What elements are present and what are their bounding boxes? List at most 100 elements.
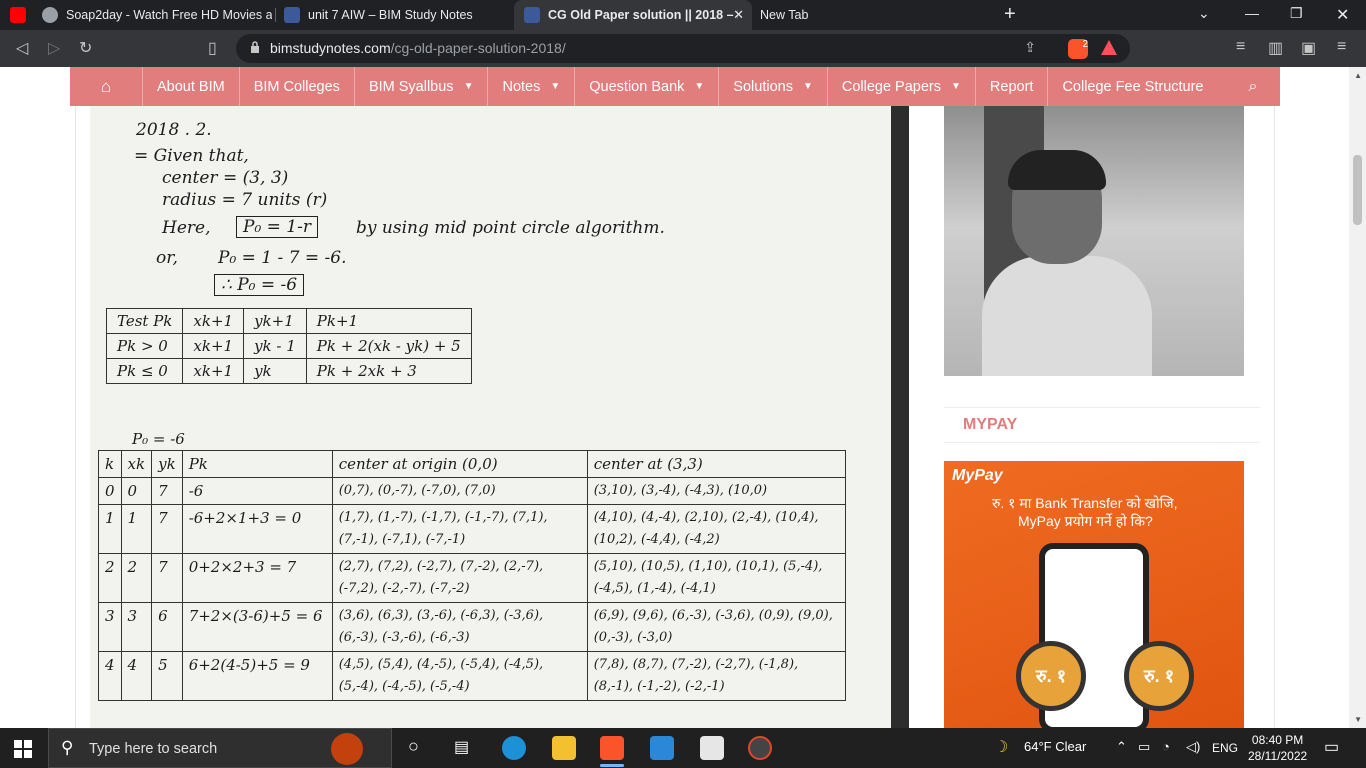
- bim-favicon: [284, 7, 300, 23]
- playlist-icon[interactable]: ≡: [1236, 38, 1245, 56]
- edge-icon[interactable]: [502, 736, 526, 760]
- search-icon[interactable]: ⌕: [1226, 67, 1280, 106]
- table-cell: xk+1: [182, 333, 245, 359]
- author-photo: [944, 106, 1244, 376]
- table-cell: 0: [98, 477, 122, 505]
- windows-taskbar: ⚲ Type here to search ○ ▤ ☽ 64°F Clear ⌃…: [0, 728, 1366, 768]
- nav-bim-syallbus[interactable]: BIM Syallbus ▼: [353, 67, 488, 106]
- table-cell: 7: [151, 553, 183, 603]
- table-row: 3 3 6 7+2×(3-6)+5 = 6 (3,6), (6,3), (3,-…: [98, 602, 846, 652]
- system-clock[interactable]: 08:40 PM 28/11/2022: [1248, 732, 1307, 764]
- nav-about-bim[interactable]: About BIM: [142, 67, 239, 106]
- table-cell: (7,8), (8,7), (7,-2), (-2,7), (-1,8), (8…: [586, 651, 846, 701]
- tab-cg-old-paper[interactable]: CG Old Paper solution || 2018 – BI ✕: [514, 0, 752, 30]
- tab-search-chevron-icon[interactable]: ⌄: [1198, 5, 1210, 22]
- search-placeholder: Type here to search: [89, 741, 218, 757]
- minimize-icon[interactable]: —: [1245, 5, 1259, 21]
- page-scrollbar[interactable]: ▲ ▼: [1349, 67, 1366, 728]
- task-view-icon[interactable]: ○: [408, 736, 419, 757]
- wifi-icon[interactable]: ◔: [1162, 739, 1170, 754]
- file-explorer-icon[interactable]: [552, 736, 576, 760]
- mail-icon[interactable]: [650, 736, 674, 760]
- restore-icon[interactable]: ❐: [1290, 5, 1303, 22]
- table-cell: yk+1: [243, 308, 307, 334]
- chevron-down-icon: ▼: [951, 81, 961, 92]
- brave-shields-icon[interactable]: 2: [1068, 39, 1088, 59]
- nav-report[interactable]: Report: [974, 67, 1048, 106]
- sidebar-icon[interactable]: ▥: [1268, 38, 1283, 58]
- new-tab-button[interactable]: +: [1004, 3, 1016, 26]
- battery-icon[interactable]: ▭: [1138, 739, 1150, 755]
- photo-person-hair: [1008, 150, 1106, 190]
- back-icon[interactable]: ◁: [16, 38, 28, 58]
- nav-bim-colleges[interactable]: BIM Colleges: [238, 67, 354, 106]
- scrollbar-thumb[interactable]: [1353, 155, 1362, 225]
- notifications-icon[interactable]: ▭: [1324, 737, 1339, 757]
- tab-soap2day[interactable]: Soap2day - Watch Free HD Movies an: [42, 0, 272, 30]
- photo-person-body: [982, 256, 1152, 376]
- widget-title: MYPAY: [944, 407, 1260, 443]
- speedtest-icon[interactable]: [748, 736, 772, 760]
- tray-chevron-up-icon[interactable]: ⌃: [1116, 739, 1127, 755]
- table-cell: yk - 1: [243, 333, 307, 359]
- table-cell: (0,7), (0,-7), (-7,0), (7,0): [331, 477, 588, 505]
- or-label: or,: [156, 248, 178, 268]
- tab-title: New Tab: [760, 8, 809, 22]
- url-text: bimstudynotes.com/cg-old-paper-solution-…: [270, 40, 566, 56]
- table-cell: 7: [151, 504, 183, 554]
- table-cell: 7: [151, 477, 183, 505]
- close-window-icon[interactable]: ✕: [1336, 5, 1349, 25]
- language-indicator[interactable]: ENG: [1212, 741, 1238, 755]
- widgets-icon[interactable]: ▤: [454, 737, 469, 757]
- windows-start-icon[interactable]: [14, 740, 32, 758]
- table-cell: Pk ≤ 0: [105, 358, 184, 384]
- given-line: = Given that,: [134, 146, 249, 166]
- home-icon[interactable]: ⌂: [70, 67, 142, 106]
- address-bar[interactable]: bimstudynotes.com/cg-old-paper-solution-…: [236, 34, 1130, 63]
- table-cell: 2: [120, 553, 153, 603]
- table-cell: 0: [120, 477, 153, 505]
- volume-icon[interactable]: ◁): [1186, 739, 1200, 755]
- taskbar-search-box[interactable]: ⚲ Type here to search: [48, 728, 392, 768]
- forward-icon[interactable]: ▷: [48, 38, 60, 58]
- tab-new-tab[interactable]: New Tab: [760, 0, 990, 30]
- scroll-down-icon[interactable]: ▼: [1354, 715, 1362, 724]
- youtube-icon[interactable]: [10, 0, 34, 30]
- close-tab-icon[interactable]: ✕: [733, 7, 744, 23]
- brave-rewards-icon[interactable]: [1101, 40, 1117, 55]
- menu-icon[interactable]: ≡: [1337, 38, 1346, 56]
- table-cell: 4: [98, 651, 122, 701]
- nav-notes[interactable]: Notes ▼: [487, 67, 574, 106]
- table-cell: 4: [120, 651, 153, 701]
- handwritten-solution-image: 2018 . 2. = Given that, center = (3, 3) …: [90, 106, 909, 728]
- table-cell: 7+2×(3-6)+5 = 6: [181, 602, 333, 652]
- center-line: center = (3, 3): [162, 168, 289, 188]
- p0-formula-box: P₀ = 1-r: [236, 216, 318, 238]
- search-icon: ⚲: [61, 738, 74, 757]
- lock-icon: [251, 41, 259, 53]
- table-cell: Pk > 0: [105, 333, 184, 359]
- bookmark-icon[interactable]: ▯: [208, 38, 217, 58]
- radius-line: radius = 7 units (r): [162, 190, 328, 210]
- tab-title: Soap2day - Watch Free HD Movies an: [66, 8, 272, 22]
- nav-question-bank[interactable]: Question Bank ▼: [574, 67, 718, 106]
- brave-browser-icon[interactable]: [600, 736, 624, 760]
- nav-college-papers[interactable]: College Papers ▼: [826, 67, 975, 106]
- wallet-icon[interactable]: ▣: [1301, 38, 1316, 58]
- bim-favicon: [524, 7, 540, 23]
- reload-icon[interactable]: ↻: [79, 38, 92, 58]
- decision-parameter-table: Test Pk xk+1 yk+1 Pk+1 Pk > 0 xk+1 yk - …: [105, 308, 472, 384]
- tab-unit7-aiw[interactable]: unit 7 AIW – BIM Study Notes: [284, 0, 504, 30]
- nav-college-fee-structure[interactable]: College Fee Structure: [1047, 67, 1217, 106]
- table-header: center at origin (0,0): [331, 450, 588, 478]
- share-icon[interactable]: ⇪: [1024, 39, 1036, 56]
- microsoft-store-icon[interactable]: [700, 736, 724, 760]
- mypay-advertisement[interactable]: MyPay रु. १ मा Bank Transfer को खोजि, My…: [944, 461, 1244, 728]
- table-cell: 1: [120, 504, 153, 554]
- chevron-down-icon: ▼: [802, 81, 813, 92]
- weather-text[interactable]: 64°F Clear: [1024, 739, 1086, 754]
- table-cell: 6: [151, 602, 183, 652]
- nav-solutions[interactable]: Solutions ▼: [718, 67, 827, 106]
- scroll-up-icon[interactable]: ▲: [1354, 71, 1362, 80]
- main-nav: ⌂ About BIM BIM Colleges BIM Syallbus ▼ N…: [70, 67, 1280, 106]
